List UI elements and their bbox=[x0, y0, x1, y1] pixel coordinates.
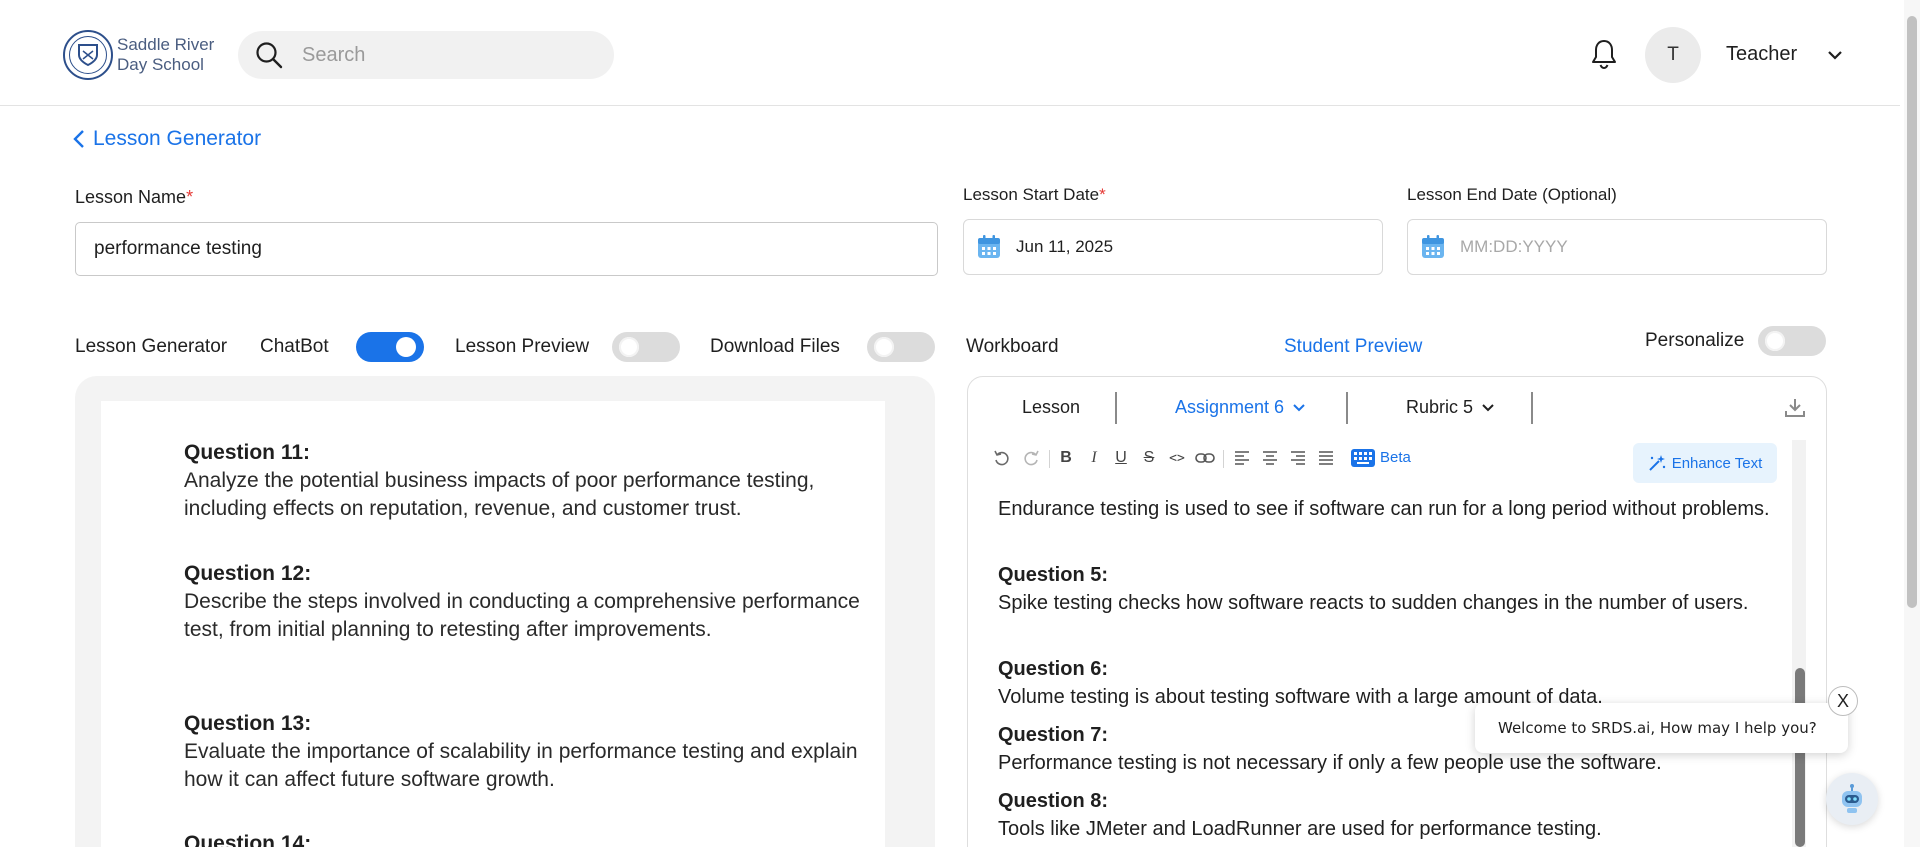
chatbot-launcher-button[interactable] bbox=[1826, 773, 1878, 825]
start-date-label: Lesson Start Date* bbox=[963, 185, 1106, 205]
school-name-line2: Day School bbox=[117, 55, 204, 74]
close-icon[interactable]: X bbox=[1828, 686, 1858, 716]
lesson-preview-label: Lesson Preview bbox=[455, 336, 590, 357]
required-mark: * bbox=[1099, 185, 1106, 204]
strikethrough-icon[interactable]: S bbox=[1138, 447, 1160, 469]
chevron-down-icon[interactable] bbox=[1826, 48, 1844, 62]
code-icon[interactable]: <> bbox=[1166, 447, 1188, 469]
align-right-icon[interactable] bbox=[1287, 447, 1309, 469]
user-avatar[interactable]: T bbox=[1645, 27, 1701, 83]
question-title: Question 5: bbox=[998, 564, 1109, 586]
tab-divider bbox=[1531, 392, 1533, 424]
enhance-text-button[interactable]: Enhance Text bbox=[1633, 443, 1777, 483]
chevron-down-icon bbox=[1293, 403, 1305, 411]
chatbot-toggle[interactable] bbox=[356, 332, 424, 362]
tab-divider bbox=[1346, 392, 1348, 424]
end-date-placeholder: MM:DD:YYYY bbox=[1460, 237, 1568, 256]
tab-lesson[interactable]: Lesson bbox=[1022, 397, 1080, 418]
user-role-label[interactable]: Teacher bbox=[1726, 43, 1797, 66]
back-link-label: Lesson Generator bbox=[93, 127, 262, 150]
question-item: Question 12: Describe the steps involved… bbox=[184, 560, 884, 644]
download-icon[interactable] bbox=[1784, 397, 1806, 419]
download-files-label: Download Files bbox=[710, 336, 840, 357]
link-icon[interactable] bbox=[1194, 447, 1216, 469]
start-date-input[interactable]: Jun 11, 2025 bbox=[963, 219, 1383, 275]
redo-icon[interactable] bbox=[1020, 447, 1042, 469]
end-date-input[interactable]: MM:DD:YYYY bbox=[1407, 219, 1827, 275]
question-item: Question 13: Evaluate the importance of … bbox=[184, 710, 884, 794]
question-title: Question 13: bbox=[184, 712, 312, 735]
student-preview-link[interactable]: Student Preview bbox=[1284, 336, 1422, 358]
lesson-name-input[interactable]: performance testing bbox=[75, 222, 938, 276]
calendar-icon[interactable] bbox=[1420, 234, 1446, 260]
tab-rubric-label: Rubric 5 bbox=[1406, 397, 1474, 417]
undo-icon[interactable] bbox=[991, 447, 1013, 469]
end-date-label: Lesson End Date (Optional) bbox=[1407, 185, 1617, 204]
workboard-label: Workboard bbox=[966, 336, 1059, 357]
question-text: Tools like JMeter and LoadRunner are use… bbox=[998, 818, 1602, 840]
keyboard-icon[interactable] bbox=[1351, 448, 1375, 468]
tab-assignment[interactable]: Assignment 6 bbox=[1175, 397, 1306, 418]
bold-icon[interactable]: B bbox=[1055, 447, 1077, 469]
search-bar[interactable] bbox=[238, 31, 614, 79]
required-mark: * bbox=[186, 187, 194, 207]
tab-divider bbox=[1115, 392, 1117, 424]
start-date-label-text: Lesson Start Date bbox=[963, 185, 1100, 204]
lesson-name-label-text: Lesson Name bbox=[75, 187, 187, 207]
chatbot-welcome-bubble[interactable]: Welcome to SRDS.ai, How may I help you? bbox=[1475, 703, 1848, 753]
notification-bell-icon[interactable] bbox=[1589, 38, 1619, 70]
editor-question[interactable]: Question 5: Spike testing checks how sof… bbox=[998, 561, 1788, 617]
question-title: Question 12: bbox=[184, 562, 312, 585]
lesson-preview-toggle[interactable] bbox=[612, 332, 680, 362]
lesson-generator-label: Lesson Generator bbox=[75, 336, 228, 357]
school-logo[interactable]: Saddle River Day School bbox=[63, 30, 214, 80]
question-text: Describe the steps involved in conductin… bbox=[184, 590, 860, 641]
back-to-lesson-generator-link[interactable]: Lesson Generator bbox=[73, 127, 261, 151]
school-name-line1: Saddle River bbox=[117, 35, 215, 54]
italic-icon[interactable]: I bbox=[1083, 447, 1105, 469]
chevron-left-icon bbox=[73, 130, 84, 148]
top-header: Saddle River Day School T Teacher bbox=[0, 0, 1900, 106]
personalize-toggle[interactable] bbox=[1758, 326, 1826, 356]
magic-wand-icon bbox=[1648, 455, 1665, 471]
enhance-text-label: Enhance Text bbox=[1671, 454, 1763, 472]
chatbot-label: ChatBot bbox=[260, 336, 329, 357]
align-left-icon[interactable] bbox=[1231, 447, 1253, 469]
question-title: Question 8: bbox=[998, 790, 1109, 812]
question-title: Question 14: bbox=[184, 832, 312, 847]
question-text: Performance testing is not necessary if … bbox=[998, 752, 1662, 774]
lesson-name-label: Lesson Name* bbox=[75, 187, 193, 208]
toolbar-divider bbox=[1223, 450, 1224, 468]
question-text: Spike testing checks how software reacts… bbox=[998, 592, 1749, 614]
robot-icon bbox=[1842, 784, 1862, 813]
editor-question[interactable]: Question 8: Tools like JMeter and LoadRu… bbox=[998, 787, 1788, 843]
search-input[interactable] bbox=[302, 43, 582, 67]
editor-scrollbar-thumb[interactable] bbox=[1795, 668, 1805, 847]
page-scrollbar-thumb[interactable] bbox=[1907, 16, 1917, 608]
avatar-initial: T bbox=[1667, 44, 1679, 65]
align-center-icon[interactable] bbox=[1259, 447, 1281, 469]
chevron-down-icon bbox=[1482, 403, 1494, 411]
underline-icon[interactable]: U bbox=[1110, 447, 1132, 469]
question-title: Question 6: bbox=[998, 658, 1109, 680]
align-justify-icon[interactable] bbox=[1315, 447, 1337, 469]
download-files-toggle[interactable] bbox=[867, 332, 935, 362]
question-text: Analyze the potential business impacts o… bbox=[184, 469, 815, 520]
beta-badge[interactable]: Beta bbox=[1380, 449, 1411, 466]
school-seal-icon bbox=[63, 30, 113, 80]
question-text: Evaluate the importance of scalability i… bbox=[184, 740, 858, 791]
school-name: Saddle River Day School bbox=[117, 35, 214, 75]
search-icon bbox=[256, 42, 283, 69]
question-item: Question 11: Analyze the potential busin… bbox=[184, 439, 884, 523]
question-title: Question 11: bbox=[184, 441, 311, 464]
toolbar-divider bbox=[1049, 450, 1050, 468]
personalize-label: Personalize bbox=[1645, 330, 1745, 351]
question-item: Question 14: bbox=[184, 830, 884, 847]
editor-paragraph[interactable]: Endurance testing is used to see if soft… bbox=[998, 495, 1788, 523]
start-date-value: Jun 11, 2025 bbox=[1016, 237, 1114, 256]
calendar-icon[interactable] bbox=[976, 234, 1002, 260]
tab-assignment-label: Assignment 6 bbox=[1175, 397, 1285, 417]
tab-rubric[interactable]: Rubric 5 bbox=[1406, 397, 1495, 418]
